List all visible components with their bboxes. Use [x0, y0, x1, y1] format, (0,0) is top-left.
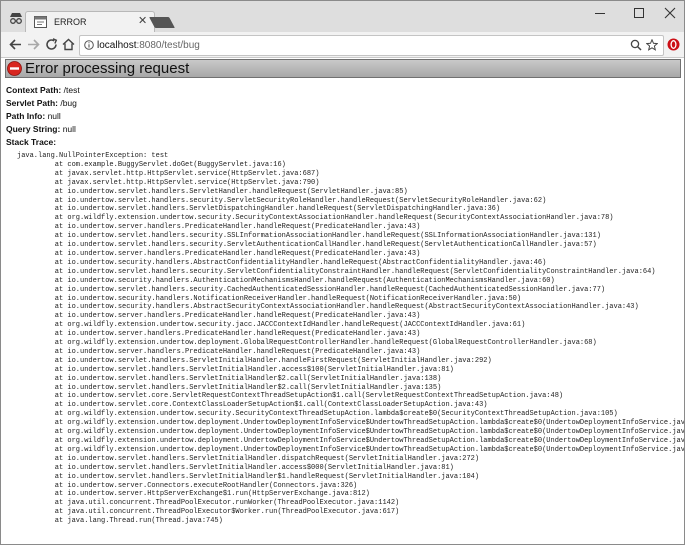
incognito-icon: [10, 13, 22, 24]
query-string-label: Query String:: [6, 124, 61, 134]
stack-trace-line: at io.undertow.servlet.handlers.ServletD…: [17, 205, 501, 214]
stack-trace-line: at org.wildfly.extension.undertow.deploy…: [17, 419, 685, 428]
servlet-path-row: Servlet Path: /bug: [6, 98, 77, 109]
url-port: :8080: [136, 40, 162, 51]
context-path-value: /test: [63, 85, 80, 95]
stack-trace-line: at io.undertow.server.handlers.Predicate…: [17, 249, 421, 258]
stack-trace-line: at io.undertow.server.handlers.Predicate…: [17, 312, 421, 321]
stack-trace-line: at org.wildfly.extension.undertow.deploy…: [17, 445, 685, 454]
stack-trace-line: at io.undertow.servlet.handlers.security…: [17, 241, 597, 250]
stack-trace-line: at io.undertow.servlet.core.ContextClass…: [17, 401, 488, 410]
stack-trace-line: at java.util.concurrent.ThreadPoolExecut…: [17, 499, 400, 508]
stack-trace-line: at io.undertow.servlet.handlers.ServletI…: [17, 463, 454, 472]
stack-trace-line: at io.undertow.server.handlers.Predicate…: [17, 223, 421, 232]
zoom-icon[interactable]: [630, 39, 642, 51]
stack-trace-line: at io.undertow.servlet.handlers.ServletI…: [17, 454, 480, 463]
stack-trace-line: at org.wildfly.extension.undertow.deploy…: [17, 339, 597, 348]
stack-trace-line: at io.undertow.security.handlers.Abstrac…: [17, 258, 547, 267]
stack-trace-line: at io.undertow.servlet.handlers.ServletH…: [17, 187, 408, 196]
tab-close-icon[interactable]: ✕: [138, 15, 147, 27]
stack-trace-line: at io.undertow.servlet.handlers.security…: [17, 232, 601, 241]
stack-trace-line: at javax.servlet.http.HttpServlet.servic…: [17, 178, 320, 187]
minimize-icon[interactable]: [592, 6, 608, 20]
extension-icon[interactable]: [667, 38, 680, 51]
stack-trace-line: at io.undertow.servlet.handlers.ServletI…: [17, 374, 442, 383]
stack-trace-line: at org.wildfly.extension.undertow.securi…: [17, 214, 614, 223]
stack-trace-line: at org.wildfly.extension.undertow.securi…: [17, 410, 618, 419]
servlet-path-value: /bug: [60, 98, 77, 108]
context-path-row: Context Path: /test: [6, 85, 80, 96]
path-info-label: Path Info:: [6, 111, 46, 121]
page-content: Error processing request Context Path: /…: [1, 58, 684, 544]
url-path: /test/bug: [161, 40, 200, 51]
stack-trace: java.lang.NullPointerException: test at …: [17, 152, 685, 526]
home-icon[interactable]: [61, 37, 76, 52]
stack-trace-line: at org.wildfly.extension.undertow.securi…: [17, 321, 526, 330]
stack-trace-line: at org.wildfly.extension.undertow.deploy…: [17, 437, 685, 445]
stack-trace-label: Stack Trace:: [6, 137, 57, 147]
page-title: Error processing request: [25, 60, 190, 77]
stack-trace-line: at io.undertow.server.handlers.Predicate…: [17, 330, 421, 339]
info-icon[interactable]: [84, 40, 94, 50]
reload-icon[interactable]: [44, 37, 59, 52]
stack-trace-line: at com.example.BuggyServlet.doGet(BuggyS…: [17, 160, 286, 169]
stack-trace-line: at io.undertow.servlet.handlers.ServletI…: [17, 383, 442, 392]
error-header: Error processing request: [5, 59, 681, 78]
stack-trace-line: at io.undertow.servlet.handlers.security…: [17, 196, 547, 205]
window-close-icon[interactable]: [662, 6, 678, 20]
toolbar: localhost:8080/test/bug: [1, 32, 684, 58]
context-path-label: Context Path:: [6, 85, 62, 95]
path-info-row: Path Info: null: [6, 111, 61, 122]
stack-trace-line: at io.undertow.servlet.handlers.security…: [17, 267, 656, 276]
stack-trace-line: at io.undertow.server.handlers.Predicate…: [17, 347, 421, 356]
stack-trace-line: at io.undertow.security.handlers.Authent…: [17, 276, 555, 285]
error-stop-icon: [7, 61, 22, 76]
tab-strip: ERROR ✕: [1, 1, 684, 33]
stack-trace-line: at java.util.concurrent.ThreadPoolExecut…: [17, 508, 400, 517]
servlet-path-label: Servlet Path:: [6, 98, 58, 108]
stack-trace-line: at io.undertow.servlet.core.ServletReque…: [17, 392, 564, 401]
stack-trace-line: at io.undertow.server.Connectors.execute…: [17, 481, 358, 490]
stack-trace-row: Stack Trace:: [6, 137, 56, 148]
stack-trace-line: at io.undertow.servlet.handlers.ServletI…: [17, 356, 492, 365]
stack-trace-line: at io.undertow.security.handlers.Abstrac…: [17, 303, 639, 312]
tab-error[interactable]: ERROR ✕: [25, 11, 155, 33]
tab-title: ERROR: [54, 17, 87, 27]
url-host: localhost: [97, 40, 137, 51]
stack-trace-line: java.lang.NullPointerException: test: [17, 152, 169, 160]
path-info-value: null: [47, 111, 61, 121]
stack-trace-line: at io.undertow.security.handlers.Notific…: [17, 294, 522, 303]
maximize-icon[interactable]: [631, 6, 647, 20]
url-text[interactable]: localhost:8080/test/bug: [97, 39, 200, 52]
browser-window: ERROR ✕ localhost:8080/test/bug Error pr…: [0, 0, 685, 545]
stack-trace-line: at io.undertow.server.HttpServerExchange…: [17, 490, 370, 499]
stack-trace-line: at io.undertow.servlet.handlers.security…: [17, 285, 606, 294]
address-bar[interactable]: localhost:8080/test/bug: [79, 35, 664, 56]
query-string-value: null: [62, 124, 76, 134]
back-arrow-icon[interactable]: [8, 37, 23, 52]
stack-trace-line: at org.wildfly.extension.undertow.deploy…: [17, 428, 685, 437]
query-string-row: Query String: null: [6, 124, 76, 135]
stack-trace-line: at io.undertow.servlet.handlers.ServletI…: [17, 365, 454, 374]
stack-trace-line: at javax.servlet.http.HttpServlet.servic…: [17, 169, 320, 178]
page-icon: [34, 16, 47, 28]
stack-trace-line: at java.lang.Thread.run(Thread.java:745): [17, 517, 223, 526]
bookmark-star-icon[interactable]: [646, 39, 658, 51]
stack-trace-line: at io.undertow.servlet.handlers.ServletI…: [17, 472, 480, 481]
forward-arrow-icon[interactable]: [26, 37, 41, 52]
